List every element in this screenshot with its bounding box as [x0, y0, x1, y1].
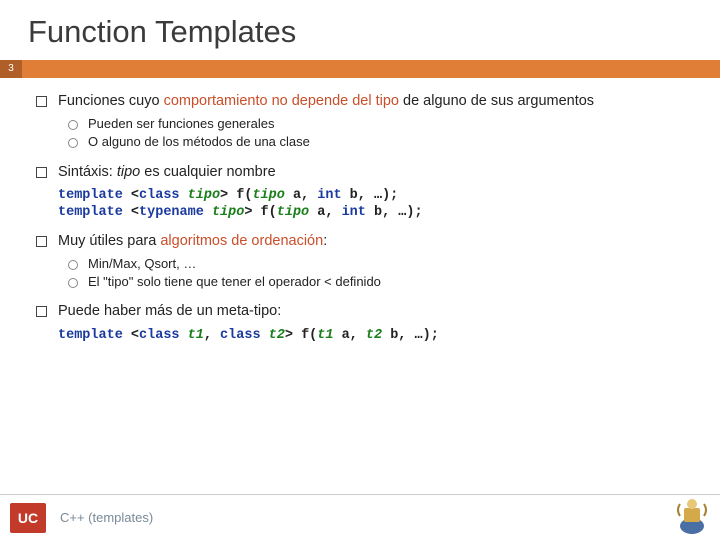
- t: <: [123, 188, 139, 203]
- t: <: [123, 205, 139, 220]
- kw: int: [342, 205, 366, 220]
- t: a,: [285, 188, 317, 203]
- code-line-2: template <typename tipo> f(tipo a, int b…: [58, 204, 700, 222]
- text: :: [323, 233, 327, 249]
- t: b, …);: [366, 205, 423, 220]
- text: de alguno de sus argumentos: [399, 93, 594, 109]
- t: > f(: [220, 188, 252, 203]
- tp: t2: [269, 328, 285, 343]
- text: es cualquier nombre: [140, 164, 275, 180]
- t: [180, 188, 188, 203]
- t: [180, 328, 188, 343]
- content-area: Funciones cuyo comportamiento no depende…: [0, 78, 720, 344]
- t: <: [123, 328, 139, 343]
- t: > f(: [285, 328, 317, 343]
- footer: UC C++ (templates): [0, 494, 720, 540]
- kw: template: [58, 205, 123, 220]
- tp: t1: [317, 328, 333, 343]
- bullet-3-sub-2: El "tipo" solo tiene que tener el operad…: [66, 274, 700, 290]
- kw: typename: [139, 205, 204, 220]
- tp: tipo: [188, 188, 220, 203]
- t: > f(: [244, 205, 276, 220]
- code-line-3: template <class t1, class t2> f(t1 a, t2…: [58, 327, 700, 345]
- footer-text: C++ (templates): [60, 510, 153, 525]
- bullet-1-sub-2: O alguno de los métodos de una clase: [66, 134, 700, 150]
- tp: tipo: [252, 188, 284, 203]
- t: ,: [204, 328, 220, 343]
- bullet-4: Puede haber más de un meta-tipo:: [36, 302, 700, 320]
- bullet-2: Sintáxis: tipo es cualquier nombre: [36, 163, 700, 181]
- tp: t2: [366, 328, 382, 343]
- slide-number: 3: [0, 60, 22, 78]
- highlight-text: algoritmos de ordenación: [160, 233, 323, 249]
- tp: tipo: [212, 205, 244, 220]
- text: Sintáxis:: [58, 164, 117, 180]
- accent-bar: 3: [0, 60, 720, 78]
- t: b, …);: [382, 328, 439, 343]
- kw: class: [139, 188, 180, 203]
- italic-text: tipo: [117, 164, 140, 180]
- bullet-3-sub-1: Min/Max, Qsort, …: [66, 256, 700, 272]
- title-area: Function Templates: [0, 0, 720, 60]
- text: Muy útiles para: [58, 233, 160, 249]
- t: a,: [333, 328, 365, 343]
- highlight-text: comportamiento no depende del tipo: [164, 93, 399, 109]
- kw: class: [220, 328, 261, 343]
- uc-logo-icon: UC: [10, 503, 46, 533]
- t: [261, 328, 269, 343]
- tp: t1: [188, 328, 204, 343]
- code-line-1: template <class tipo> f(tipo a, int b, ……: [58, 187, 700, 205]
- t: [204, 205, 212, 220]
- text: Funciones cuyo: [58, 93, 164, 109]
- tp: tipo: [277, 205, 309, 220]
- crest-logo-icon: [674, 496, 710, 536]
- t: b, …);: [342, 188, 399, 203]
- kw: template: [58, 328, 123, 343]
- kw: int: [317, 188, 341, 203]
- slide-title: Function Templates: [28, 14, 720, 50]
- kw: class: [139, 328, 180, 343]
- bullet-1: Funciones cuyo comportamiento no depende…: [36, 92, 700, 110]
- bullet-3: Muy útiles para algoritmos de ordenación…: [36, 232, 700, 250]
- kw: template: [58, 188, 123, 203]
- t: a,: [309, 205, 341, 220]
- bullet-1-sub-1: Pueden ser funciones generales: [66, 116, 700, 132]
